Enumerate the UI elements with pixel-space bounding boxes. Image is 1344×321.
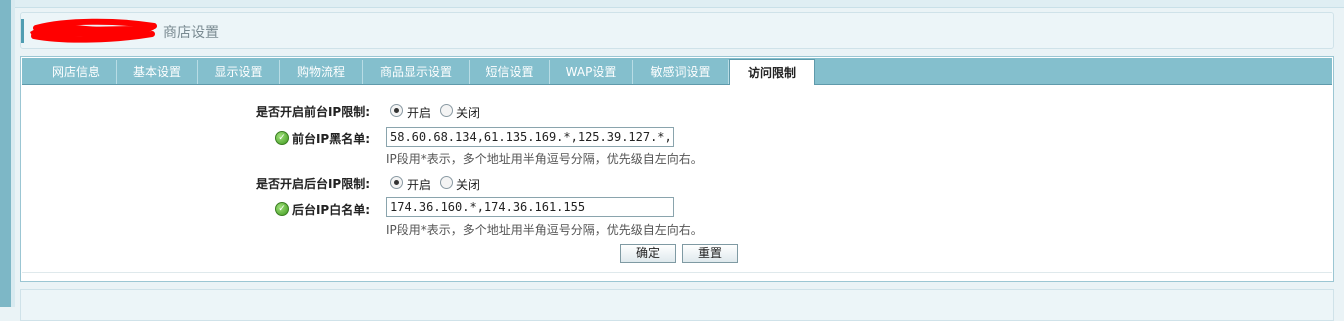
check-icon: ✓ [275, 131, 289, 145]
left-frame-bar [0, 0, 11, 307]
back-limit-on-label: 开启 [407, 178, 432, 192]
settings-panel: 网店信息 基本设置 显示设置 购物流程 商品显示设置 短信设置 WAP设置 敏感… [20, 56, 1334, 282]
front-limit-off-radio[interactable] [440, 104, 453, 117]
header-accent [21, 19, 24, 43]
left-frame-edge [11, 0, 15, 307]
front-limit-on-label: 开启 [407, 106, 432, 120]
back-limit-on-radio[interactable] [390, 176, 403, 189]
tab-display-settings[interactable]: 显示设置 [198, 60, 280, 84]
submit-button[interactable]: 确定 [620, 244, 676, 263]
front-limit-label: 是否开启前台IP限制: [255, 105, 370, 119]
front-blacklist-label: 前台IP黑名单: [291, 132, 370, 146]
front-limit-on-radio[interactable] [390, 104, 403, 117]
tab-shopping-flow[interactable]: 购物流程 [280, 60, 363, 84]
tab-access-limit[interactable]: 访问限制 [729, 59, 815, 86]
front-blacklist-hint: IP段用*表示，多个地址用半角逗号分隔，优先级自左向右。 [386, 152, 703, 166]
page-title: 商店设置 [163, 25, 219, 41]
tab-sms-settings[interactable]: 短信设置 [470, 60, 550, 84]
back-limit-off-radio[interactable] [440, 176, 453, 189]
reset-button[interactable]: 重置 [682, 244, 738, 263]
redaction-scribble [30, 18, 157, 43]
check-icon: ✓ [275, 202, 289, 216]
tab-sensitive-words[interactable]: 敏感词设置 [633, 60, 729, 84]
front-blacklist-input[interactable]: 58.60.68.134,61.135.169.*,125.39.127.*,1 [386, 127, 674, 147]
tab-basic-settings[interactable]: 基本设置 [117, 60, 198, 84]
top-frame-strip [15, 0, 1344, 8]
bottom-panel [20, 289, 1334, 321]
back-limit-label: 是否开启后台IP限制: [255, 177, 370, 191]
front-limit-off-label: 关闭 [456, 106, 481, 120]
back-limit-off-label: 关闭 [456, 178, 481, 192]
back-whitelist-hint: IP段用*表示，多个地址用半角逗号分隔，优先级自左向右。 [386, 223, 703, 237]
back-whitelist-label: 后台IP白名单: [291, 203, 370, 217]
tab-bar: 网店信息 基本设置 显示设置 购物流程 商品显示设置 短信设置 WAP设置 敏感… [22, 58, 1332, 86]
tab-content: 是否开启前台IP限制: 开启 关闭 ✓ 前台IP黑名单: 58.60.68.13… [22, 85, 1332, 273]
tab-shop-info[interactable]: 网店信息 [36, 60, 117, 84]
tab-wap-settings[interactable]: WAP设置 [550, 60, 633, 84]
tab-product-display[interactable]: 商品显示设置 [363, 60, 470, 84]
back-whitelist-input[interactable]: 174.36.160.*,174.36.161.155 [386, 197, 674, 217]
